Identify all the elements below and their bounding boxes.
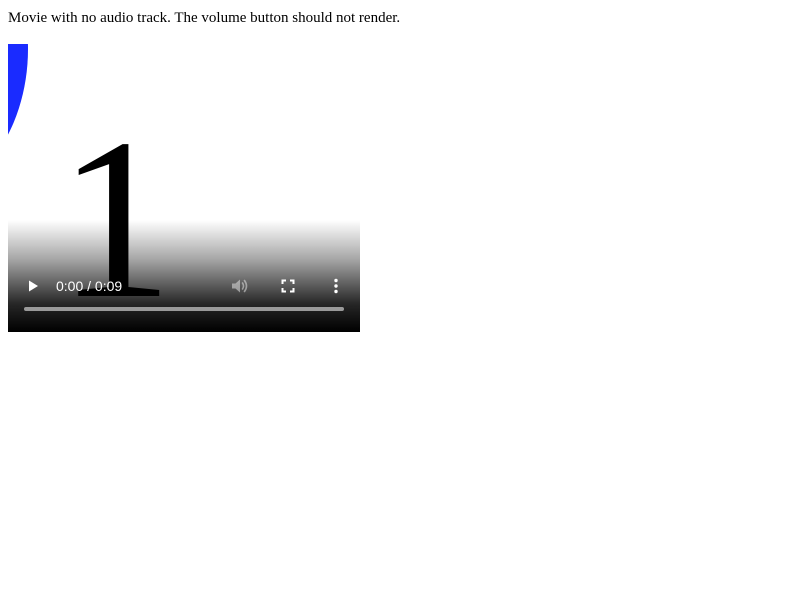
play-button[interactable] [21,274,45,298]
seek-bar[interactable] [24,307,344,311]
video-player[interactable]: 1 0:00 / 0:09 [8,44,360,332]
more-options-button[interactable] [324,274,348,298]
play-icon [29,280,38,292]
more-vertical-icon [334,278,338,294]
video-frame-circle [8,44,28,204]
page-caption: Movie with no audio track. The volume bu… [8,10,401,26]
video-controls: 0:00 / 0:09 [8,262,360,332]
volume-icon [232,279,248,293]
fullscreen-icon [281,279,295,293]
time-display: 0:00 / 0:09 [56,278,123,294]
volume-button [228,274,252,298]
fullscreen-button[interactable] [276,274,300,298]
